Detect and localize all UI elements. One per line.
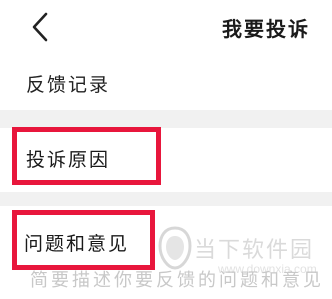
complaint-reason-label: 投诉原因 [26, 149, 111, 171]
watermark-url: www.downxia.com [218, 262, 317, 276]
back-button[interactable] [28, 10, 52, 44]
page-title: 我要投诉 [222, 17, 310, 41]
section-divider [0, 110, 332, 128]
watermark-name: 当下软件园 [194, 238, 315, 263]
downxia-logo-icon [158, 226, 192, 270]
header-bar: 我要投诉 [0, 0, 332, 56]
feedback-record-link[interactable]: 反馈记录 [26, 70, 110, 97]
section-divider [0, 192, 332, 206]
problem-opinion-label: 问题和意见 [24, 233, 130, 255]
watermark: 当下软件园 www.downxia.com [158, 226, 328, 286]
chevron-left-icon [32, 12, 48, 42]
